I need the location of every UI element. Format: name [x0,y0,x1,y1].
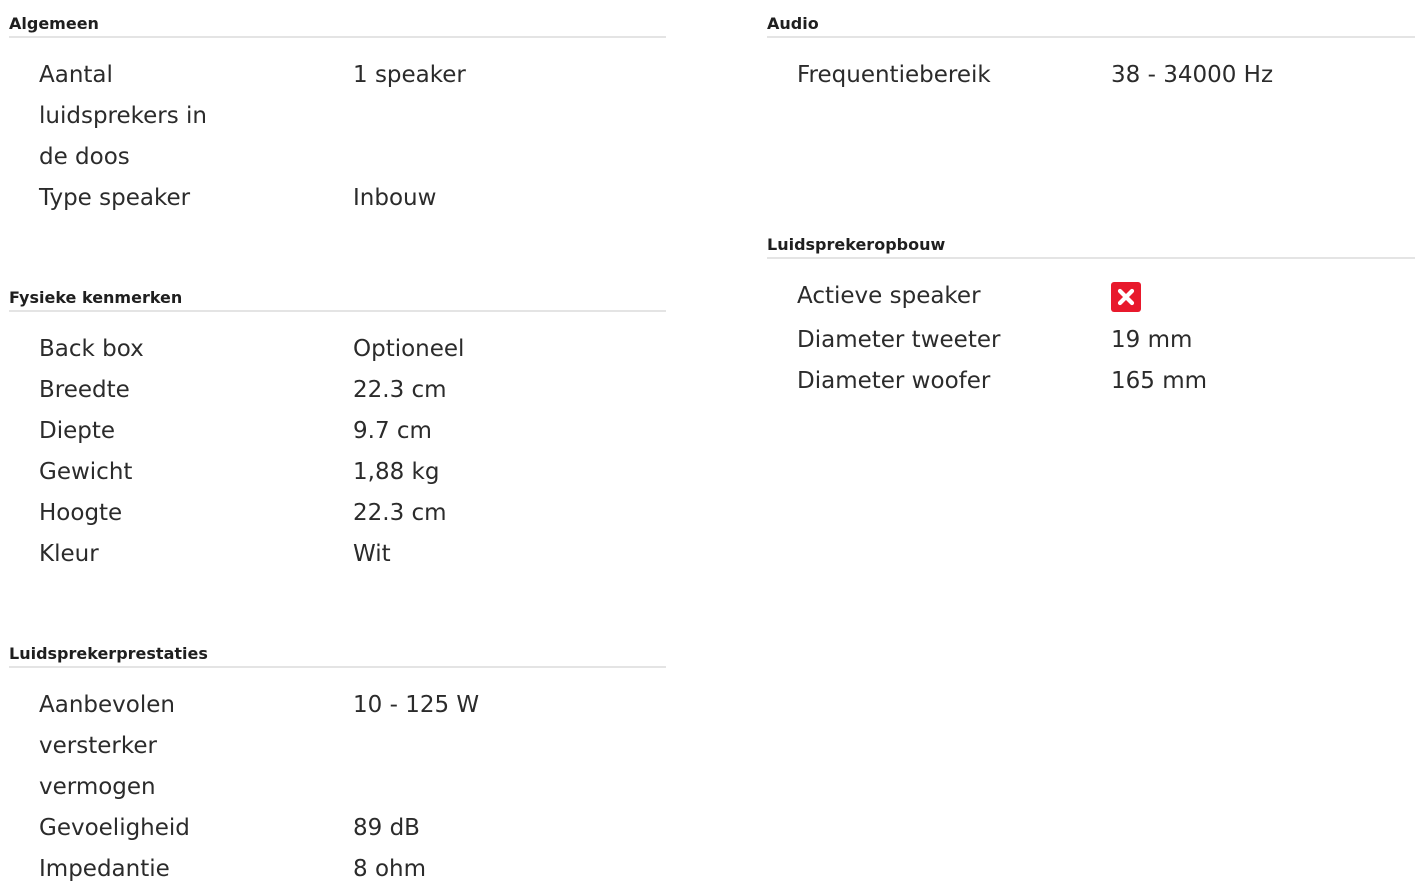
spec-label: Gewicht [39,459,133,485]
spec-value: 38 - 34000 Hz [1111,62,1274,88]
spec-value: 9.7 cm [353,418,432,444]
spec-list: Aanbevolen versterker vermogen 10 - 125 … [9,668,666,890]
spec-label: Aantal luidsprekers in de doos [39,62,208,170]
spec-list: Aantal luidsprekers in de doos 1 speaker… [9,38,666,219]
section-fysieke-kenmerken: Fysieke kenmerken Back box Optioneel Bre… [9,274,666,575]
spec-row: Gewicht 1,88 kg [39,452,666,493]
spec-row: Diameter woofer 165 mm [797,361,1415,402]
right-column: Audio Frequentiebereik 38 - 34000 Hz Lui… [767,0,1415,402]
spec-row: Aantal luidsprekers in de doos 1 speaker [39,55,666,178]
spec-value: 19 mm [1111,327,1193,353]
spec-value: 1,88 kg [353,459,440,485]
spec-row: Aanbevolen versterker vermogen 10 - 125 … [39,685,666,808]
spec-value: 8 ohm [353,856,426,882]
section-title: Fysieke kenmerken [9,274,666,312]
section-luidsprekerprestaties: Luidsprekerprestaties Aanbevolen verster… [9,630,666,890]
spec-label: Breedte [39,377,130,403]
section-luidsprekeropbouw: Luidsprekeropbouw Actieve speaker Diamet… [767,221,1415,402]
spec-row: Back box Optioneel [39,329,666,370]
spec-row: Gevoeligheid 89 dB [39,808,666,849]
spec-row: Type speaker Inbouw [39,178,666,219]
cross-icon [1111,282,1141,312]
spec-row: Actieve speaker [797,276,1415,320]
section-title: Luidsprekerprestaties [9,630,666,668]
spec-label: Back box [39,336,144,362]
spec-label: Impedantie [39,856,170,882]
spec-row: Impedantie 8 ohm [39,849,666,890]
left-column: Algemeen Aantal luidsprekers in de doos … [9,0,666,890]
section-title: Algemeen [9,0,666,38]
spec-list: Back box Optioneel Breedte 22.3 cm Diept… [9,312,666,575]
spec-label: Type speaker [39,185,191,211]
spec-row: Hoogte 22.3 cm [39,493,666,534]
spec-label: Frequentiebereik [797,62,991,88]
spec-value: Optioneel [353,336,465,362]
section-title: Luidsprekeropbouw [767,221,1415,259]
section-title: Audio [767,0,1415,38]
spec-row: Breedte 22.3 cm [39,370,666,411]
spec-value: 22.3 cm [353,500,447,526]
spec-row: Frequentiebereik 38 - 34000 Hz [797,55,1415,96]
spec-label: Actieve speaker [797,283,981,309]
spec-value: 165 mm [1111,368,1208,394]
spec-label: Gevoeligheid [39,815,190,841]
spec-value: 10 - 125 W [353,692,480,718]
spec-value [1111,276,1415,320]
spec-label: Hoogte [39,500,123,526]
spec-value: Inbouw [353,185,437,211]
spec-row: Kleur Wit [39,534,666,575]
spec-row: Diameter tweeter 19 mm [797,320,1415,361]
spec-label: Diepte [39,418,116,444]
spec-list: Actieve speaker Diameter tweeter 19 mm D… [767,259,1415,402]
spec-value: Wit [353,541,391,567]
spec-row: Diepte 9.7 cm [39,411,666,452]
spec-value: 89 dB [353,815,420,841]
spec-value: 1 speaker [353,62,466,88]
spec-label: Aanbevolen versterker vermogen [39,692,175,800]
spec-label: Diameter woofer [797,368,991,394]
spec-label: Diameter tweeter [797,327,1001,353]
section-audio: Audio Frequentiebereik 38 - 34000 Hz [767,0,1415,204]
spec-value: 22.3 cm [353,377,447,403]
section-algemeen: Algemeen Aantal luidsprekers in de doos … [9,0,666,219]
spec-list: Frequentiebereik 38 - 34000 Hz [767,38,1415,96]
spec-label: Kleur [39,541,99,567]
